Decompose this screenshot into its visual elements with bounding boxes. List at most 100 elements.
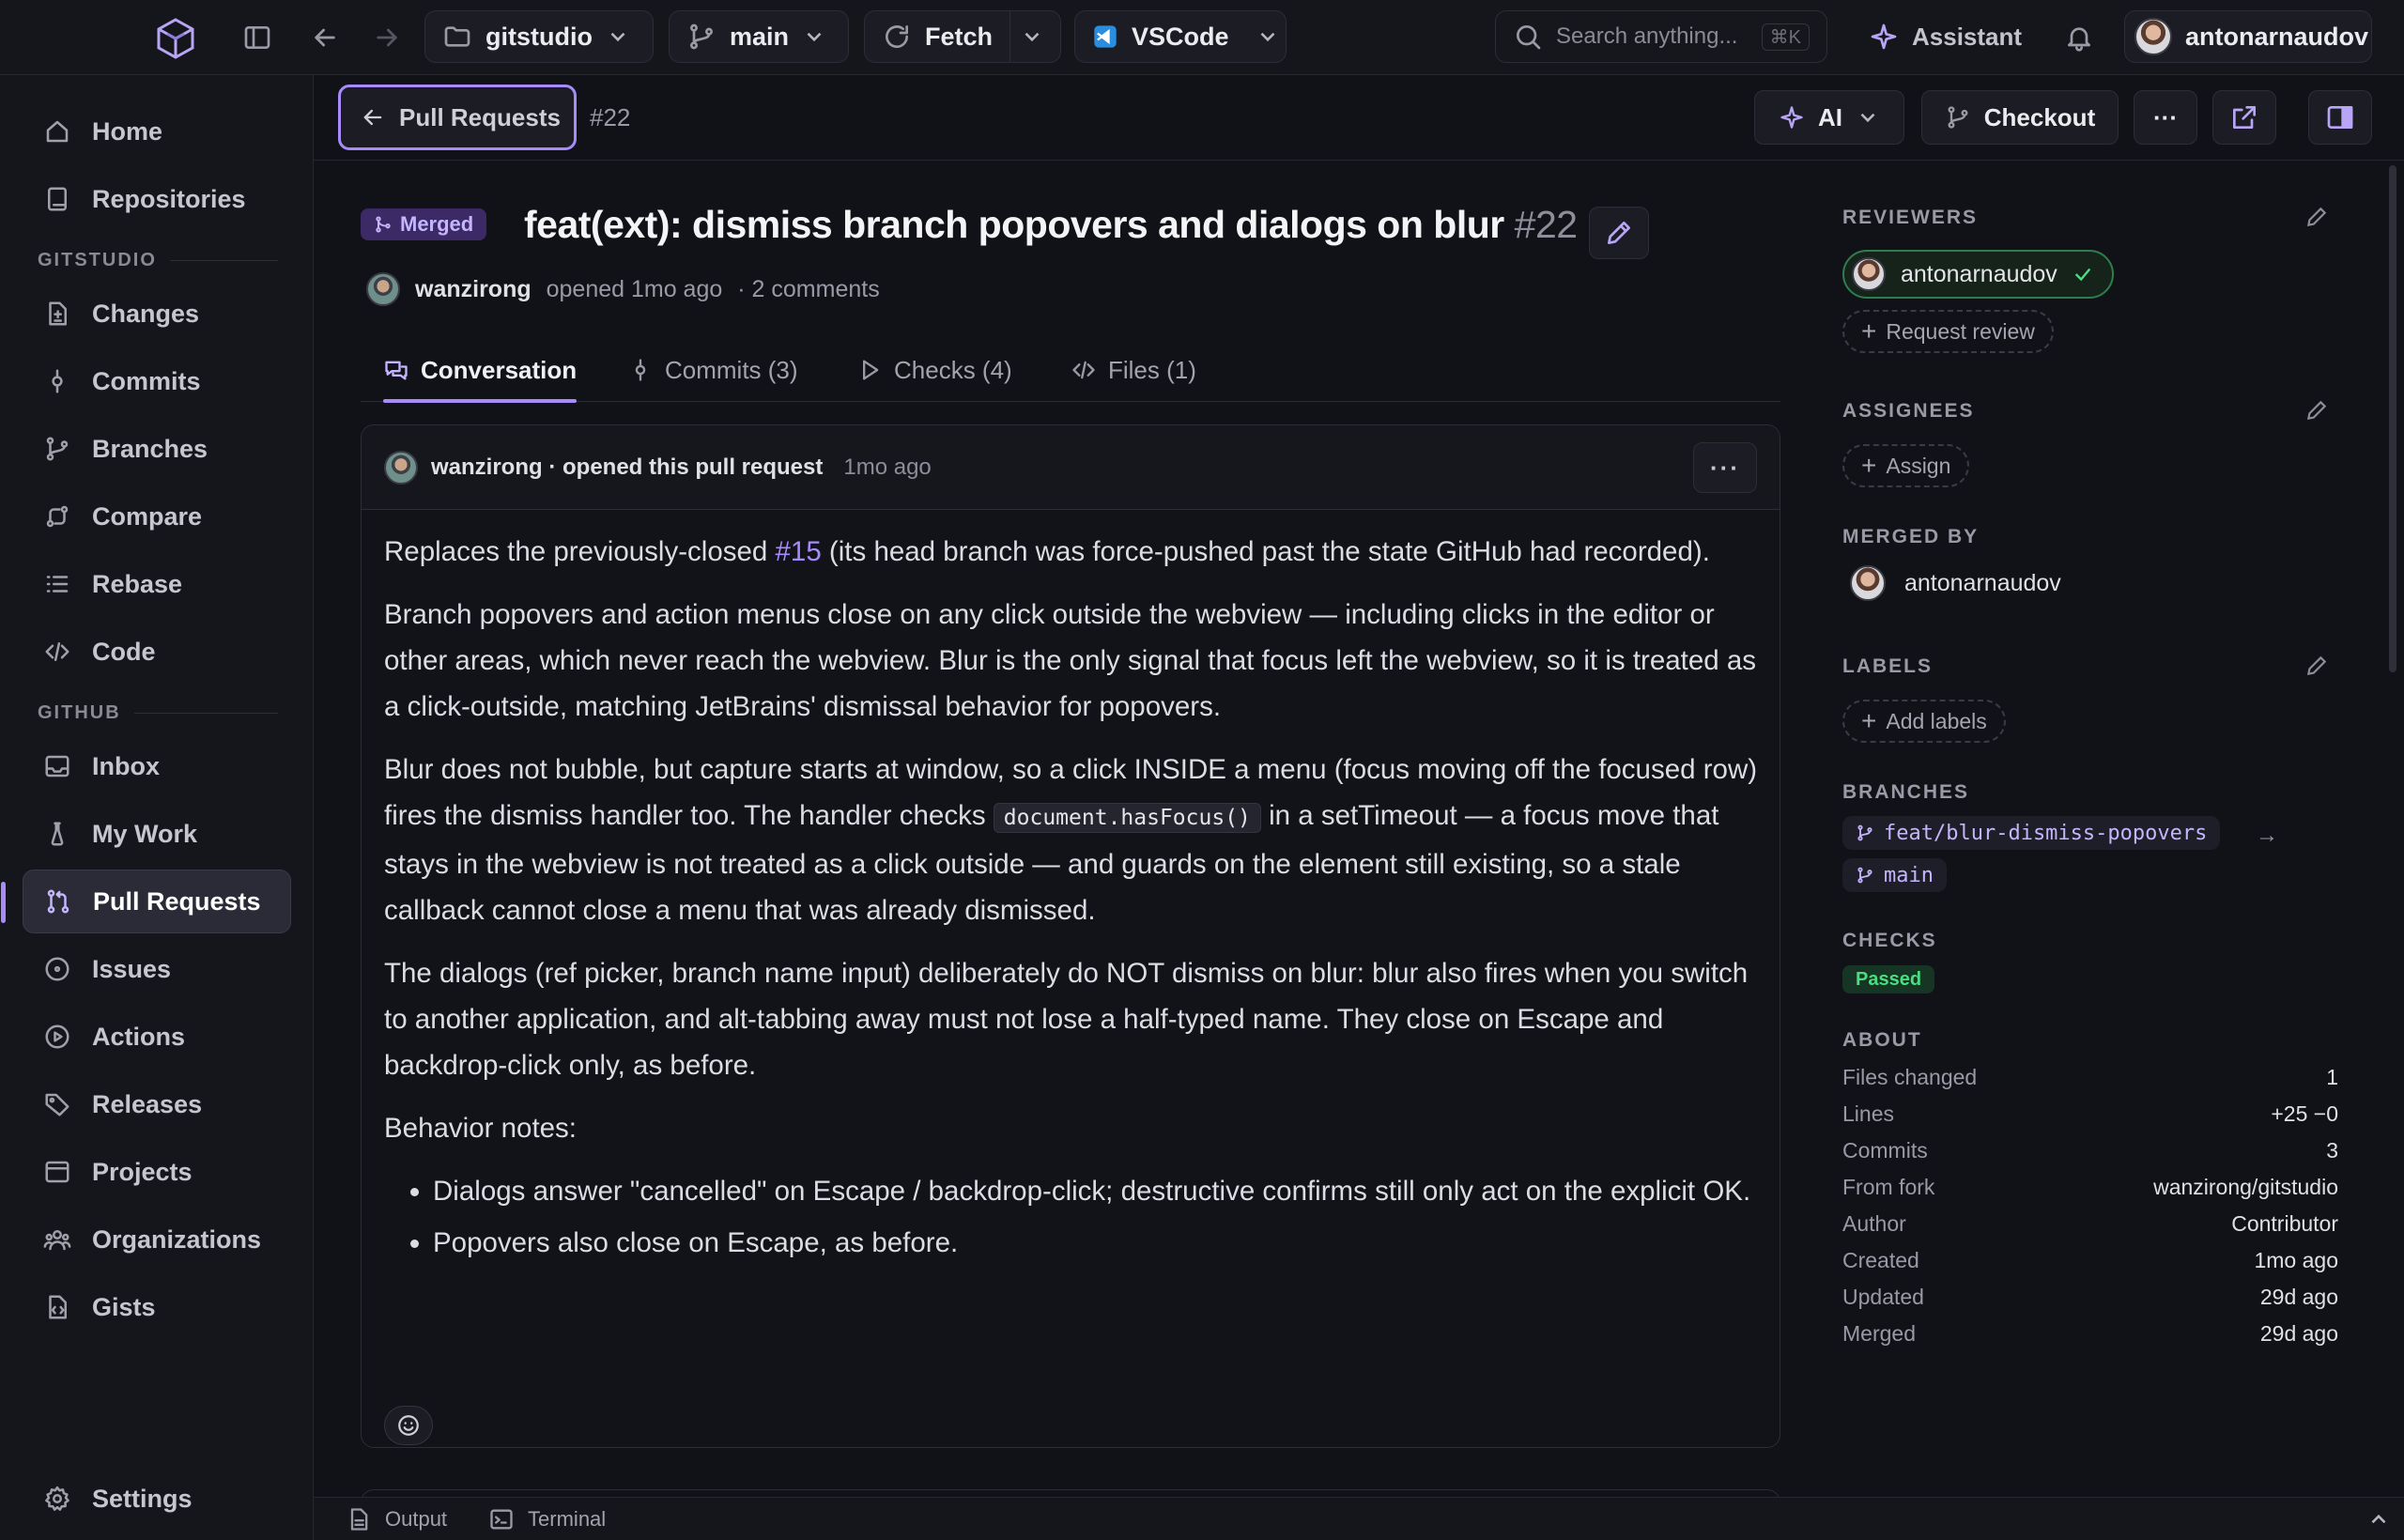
user-menu[interactable]: antonarnaudov (2124, 10, 2372, 63)
refresh-icon (886, 25, 909, 49)
branch-icon (1857, 867, 1872, 884)
paragraph: The dialogs (ref picker, branch name inp… (384, 958, 1749, 1081)
panel-right-icon (2327, 106, 2353, 129)
sidebar-item-label: Projects (92, 1157, 193, 1186)
back-arrow-icon[interactable] (310, 23, 340, 53)
sidebar-item-label: Actions (92, 1022, 186, 1051)
sidebar-toggle-icon[interactable] (242, 23, 272, 53)
branch-icon (690, 23, 713, 50)
external-link-icon (2233, 106, 2256, 129)
search-input[interactable]: Search anything... ⌘K (1495, 10, 1827, 63)
search-icon (1517, 25, 1541, 50)
breadcrumb-pr-number: #22 (590, 103, 631, 131)
book-icon (48, 187, 67, 211)
head-branch-chip[interactable]: feat/blur-dismiss-popovers (1842, 816, 2221, 850)
request-review-button[interactable]: + Request review (1842, 310, 2054, 353)
checkout-button[interactable]: Checkout (1921, 90, 2119, 145)
sidebar-item-repositories[interactable]: Repositories (23, 167, 291, 231)
toggle-details-panel-button[interactable] (2308, 90, 2372, 145)
tab-conversation[interactable]: Conversation (383, 340, 578, 403)
scrollbar[interactable] (2389, 165, 2396, 672)
folder-icon (444, 26, 470, 47)
comment-more-button[interactable]: ··· (1693, 442, 1757, 493)
tab-checks[interactable]: Checks (4) (856, 340, 1012, 400)
sidebar-item-pull-requests[interactable]: Pull Requests (1, 870, 291, 933)
app-logo-icon[interactable] (154, 17, 197, 60)
gear-icon (45, 1486, 69, 1511)
pr-description-card: wanzirong · opened this pull request 1mo… (361, 424, 1780, 1448)
people-icon (43, 1230, 71, 1251)
sidebar-item-label: Organizations (92, 1224, 262, 1254)
about-row: From fork wanzirong/gitstudio (1842, 1175, 2338, 1199)
sidebar-item-gists[interactable]: Gists (23, 1275, 291, 1339)
issue-icon (45, 957, 69, 981)
tab-files[interactable]: Files (1) (1071, 340, 1196, 400)
open-in-editor-button[interactable]: VSCode (1075, 11, 1246, 62)
sidebar-item-releases[interactable]: Releases (23, 1072, 291, 1136)
add-labels-button[interactable]: + Add labels (1842, 700, 2006, 743)
add-reaction-button[interactable] (384, 1406, 433, 1445)
pr-author-link[interactable]: wanzirong (415, 276, 532, 303)
fetch-menu-button[interactable] (1010, 11, 1054, 62)
repo-selector[interactable]: gitstudio (424, 10, 654, 63)
open-external-button[interactable] (2212, 90, 2276, 145)
sidebar-item-inbox[interactable]: Inbox (23, 734, 291, 798)
avatar (1852, 257, 1886, 291)
sidebar-item-compare[interactable]: Compare (23, 485, 291, 548)
forward-arrow-icon[interactable] (372, 23, 402, 53)
assign-button[interactable]: + Assign (1842, 444, 1970, 487)
play-icon (45, 1024, 69, 1049)
sidebar-item-projects[interactable]: Projects (23, 1140, 291, 1204)
sidebar-item-code[interactable]: Code (23, 620, 291, 684)
sidebar-item-label: Inbox (92, 751, 160, 780)
project-icon (45, 1161, 69, 1183)
sidebar-item-organizations[interactable]: Organizations (23, 1208, 291, 1271)
search-shortcut: ⌘K (1761, 23, 1810, 51)
sidebar-item-label: Home (92, 116, 163, 146)
sidebar-item-settings[interactable]: Settings (23, 1467, 291, 1531)
fetch-button[interactable]: Fetch (865, 11, 1009, 62)
sidebar-item-label: Releases (92, 1089, 203, 1118)
edit-title-button[interactable] (1589, 207, 1649, 259)
edit-reviewers-button[interactable] (2304, 205, 2329, 229)
sidebar-item-branches[interactable]: Branches (23, 417, 291, 481)
sidebar-item-issues[interactable]: Issues (23, 937, 291, 1001)
branch-name: main (730, 22, 790, 51)
pencil-icon (2306, 400, 2327, 421)
back-to-pull-requests-button[interactable]: Pull Requests (338, 85, 577, 150)
editor-menu-button[interactable] (1246, 11, 1289, 62)
reviewer-chip[interactable]: antonarnaudov (1842, 250, 2114, 299)
code-icon (1072, 361, 1095, 379)
sidebar-item-changes[interactable]: Changes (23, 282, 291, 346)
bell-icon[interactable] (2064, 23, 2094, 53)
terminal-tab[interactable]: Terminal (447, 1506, 606, 1532)
more-icon: ··· (2153, 102, 2178, 131)
checkout-label: Checkout (1983, 102, 2096, 131)
chevron-up-icon[interactable] (2366, 1507, 2404, 1532)
comment-body: Replaces the previously-closed #15 (its … (384, 529, 1764, 1271)
labels-heading: LABELS (1842, 655, 1933, 677)
about-row: Lines +25 −0 (1842, 1101, 2338, 1126)
branch-icon (1948, 106, 1968, 129)
more-actions-button[interactable]: ··· (2134, 90, 2197, 145)
branch-selector[interactable]: main (669, 10, 849, 63)
sidebar-item-rebase[interactable]: Rebase (23, 552, 291, 616)
repo-name: gitstudio (485, 22, 593, 51)
sidebar-item-home[interactable]: Home (23, 100, 291, 163)
output-tab[interactable]: Output (314, 1506, 447, 1532)
home-icon (46, 120, 69, 143)
sidebar-item-actions[interactable]: Actions (23, 1005, 291, 1069)
sidebar-item-commits[interactable]: Commits (23, 349, 291, 413)
about-row: Created 1mo ago (1842, 1248, 2338, 1272)
sidebar-item-my-work[interactable]: My Work (23, 802, 291, 866)
list-icon (46, 576, 69, 593)
edit-assignees-button[interactable] (2304, 398, 2329, 423)
ai-button[interactable]: AI (1754, 90, 1904, 145)
base-branch-chip[interactable]: main (1842, 858, 1947, 892)
issue-link[interactable]: #15 (776, 536, 822, 567)
assistant-button[interactable]: Assistant (1869, 10, 2022, 63)
chevron-down-icon (1260, 32, 1274, 42)
tab-commits[interactable]: Commits (3) (627, 340, 798, 400)
commit-icon (635, 359, 646, 381)
edit-labels-button[interactable] (2304, 654, 2329, 678)
